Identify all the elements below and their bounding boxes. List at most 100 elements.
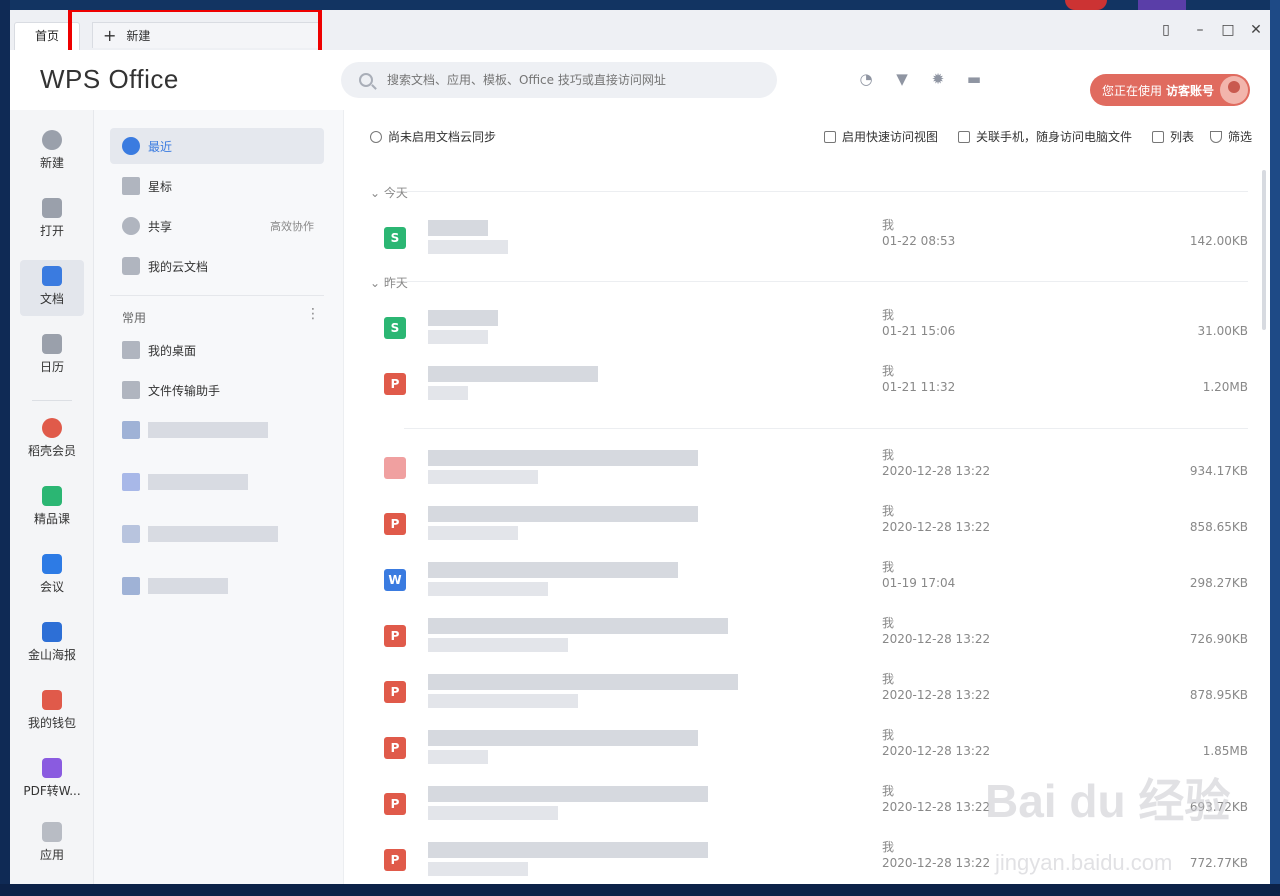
- filter-button[interactable]: 筛选: [1210, 128, 1252, 145]
- search-bar[interactable]: [341, 62, 777, 98]
- sidebar-item-transfer[interactable]: 文件传输助手: [110, 372, 324, 408]
- transfer-folder-icon: [122, 381, 140, 399]
- more-options-icon[interactable]: ⋮: [306, 306, 320, 322]
- document-sidebar: 最近 星标 共享 高效协作 我的云文档 常用 ⋮ 我的桌面 文件传输助手: [94, 110, 344, 884]
- sidebar-item-cloud[interactable]: 我的云文档: [110, 248, 324, 284]
- group-divider: [404, 191, 1248, 192]
- pdf-icon: P: [384, 373, 406, 395]
- app-header: WPS Office ◔ ▼ ✹ ▬ 您正在使用 访客账号: [10, 50, 1270, 110]
- scrollbar[interactable]: [1262, 170, 1266, 330]
- pdf-icon: P: [384, 513, 406, 535]
- sidebar-item-recent[interactable]: 最近: [110, 128, 324, 164]
- file-date: 01-22 08:53: [882, 234, 956, 248]
- nav-item-meeting[interactable]: 会议: [20, 548, 84, 604]
- file-size: 1.20MB: [1202, 380, 1248, 394]
- avatar[interactable]: [1220, 76, 1248, 104]
- skin-tshirt-icon[interactable]: ▼: [893, 70, 911, 88]
- cloud-icon: [370, 130, 382, 143]
- desktop-app-icon[interactable]: [1065, 0, 1107, 10]
- sidebar-item-label: 我的云文档: [148, 259, 209, 274]
- nav-item-wallet[interactable]: 我的钱包: [20, 684, 84, 740]
- nav-item-poster[interactable]: 金山海报: [20, 616, 84, 672]
- nav-label: 打开: [39, 224, 64, 238]
- group-header-today[interactable]: ⌄ 今天: [370, 184, 408, 201]
- group-header-yesterday[interactable]: ⌄ 昨天: [370, 274, 408, 291]
- sidebar-section-title: 常用: [122, 311, 147, 325]
- nav-item-documents[interactable]: 文档: [20, 260, 84, 316]
- cloud-sync-button[interactable]: 尚未启用文档云同步: [370, 128, 496, 145]
- headset-icon[interactable]: ◔: [857, 70, 875, 88]
- sidebar-item-label: 最近: [148, 139, 173, 154]
- desktop-background-left: [0, 0, 10, 896]
- file-date: 01-19 17:04: [882, 576, 956, 590]
- nav-item-pdf-convert[interactable]: PDF转W...: [20, 752, 84, 808]
- file-row[interactable]: S 我 01-21 15:06 31.00KB: [374, 300, 1248, 356]
- calendar-icon: [42, 334, 62, 354]
- account-button[interactable]: 您正在使用 访客账号: [1090, 74, 1250, 106]
- sidebar-item-starred[interactable]: 星标: [110, 168, 324, 204]
- pdf-convert-icon: [42, 758, 62, 778]
- maximize-button[interactable]: □: [1218, 20, 1238, 40]
- desktop-background-right: [1270, 0, 1280, 896]
- quick-view-button[interactable]: 启用快速访问视图: [824, 128, 938, 145]
- sidebar-item-blurred[interactable]: [110, 516, 324, 552]
- file-date: 2020-12-28 13:22: [882, 744, 991, 758]
- nav-item-docer-vip[interactable]: 稻壳会员: [20, 412, 84, 468]
- file-row[interactable]: W 我 01-19 17:04 298.27KB: [374, 552, 1248, 608]
- sidebar-item-label: 星标: [148, 179, 173, 194]
- file-owner: 我: [882, 728, 895, 742]
- close-button[interactable]: ✕: [1246, 20, 1266, 40]
- search-input[interactable]: [387, 73, 747, 87]
- file-row[interactable]: P 我 01-21 11:32 1.20MB: [374, 356, 1248, 412]
- pdf-icon: P: [384, 625, 406, 647]
- pdf-icon: P: [384, 737, 406, 759]
- sidebar-item-shared[interactable]: 共享 高效协作: [110, 208, 324, 244]
- file-date: 01-21 11:32: [882, 380, 956, 394]
- desktop-folder-icon: [122, 341, 140, 359]
- file-owner: 我: [882, 560, 895, 574]
- nav-item-courses[interactable]: 精品课: [20, 480, 84, 536]
- file-size: 31.00KB: [1197, 324, 1248, 338]
- file-row[interactable]: 我 2020-12-28 13:22 934.17KB: [374, 440, 1248, 496]
- nav-item-new[interactable]: 新建: [20, 124, 84, 180]
- link-phone-label: 关联手机，随身访问电脑文件: [976, 130, 1133, 144]
- flame-icon: [42, 418, 62, 438]
- quick-view-label: 启用快速访问视图: [842, 130, 939, 144]
- search-icon: [359, 73, 373, 87]
- message-icon[interactable]: ▬: [965, 70, 983, 88]
- nav-item-apps[interactable]: 应用: [20, 816, 84, 872]
- sidebar-item-label: 文件传输助手: [148, 383, 221, 398]
- nav-item-calendar[interactable]: 日历: [20, 328, 84, 384]
- nav-label: PDF转W...: [23, 784, 81, 798]
- file-row[interactable]: P 我 2020-12-28 13:22 858.65KB: [374, 496, 1248, 552]
- file-owner: 我: [882, 448, 895, 462]
- gear-icon[interactable]: ✹: [929, 70, 947, 88]
- graduation-cap-icon: [42, 486, 62, 506]
- sidebar-item-blurred[interactable]: [110, 568, 324, 604]
- phone-icon: [958, 130, 970, 143]
- sidebar-item-desktop[interactable]: 我的桌面: [110, 332, 324, 368]
- tablet-mode-icon[interactable]: ▯: [1156, 20, 1176, 40]
- clock-icon: [122, 137, 140, 155]
- nav-item-open[interactable]: 打开: [20, 192, 84, 248]
- account-name: 访客账号: [1166, 83, 1215, 98]
- nav-label: 金山海报: [27, 648, 76, 662]
- file-row[interactable]: P 我 2020-12-28 13:22 726.90KB: [374, 608, 1248, 664]
- list-view-button[interactable]: 列表: [1152, 128, 1194, 145]
- file-row[interactable]: P 我 2020-12-28 13:22 878.95KB: [374, 664, 1248, 720]
- link-phone-button[interactable]: 关联手机，随身访问电脑文件: [958, 128, 1132, 145]
- sidebar-item-label: 我的桌面: [148, 343, 197, 358]
- file-size: 934.17KB: [1189, 464, 1248, 478]
- blurred-text: [148, 578, 228, 594]
- shared-extra-link[interactable]: 高效协作: [270, 218, 314, 234]
- minimize-button[interactable]: –: [1190, 20, 1210, 40]
- file-row[interactable]: S 我 01-22 08:53 142.00KB: [374, 210, 1248, 266]
- desktop-app-icon[interactable]: [1138, 0, 1186, 10]
- list-icon: [1152, 130, 1164, 143]
- file-size: 772.77KB: [1189, 856, 1248, 870]
- sidebar-item-blurred[interactable]: [110, 412, 324, 448]
- file-date: 2020-12-28 13:22: [882, 856, 991, 870]
- sidebar-item-blurred[interactable]: [110, 464, 324, 500]
- file-owner: 我: [882, 616, 895, 630]
- blurred-text: [148, 422, 268, 438]
